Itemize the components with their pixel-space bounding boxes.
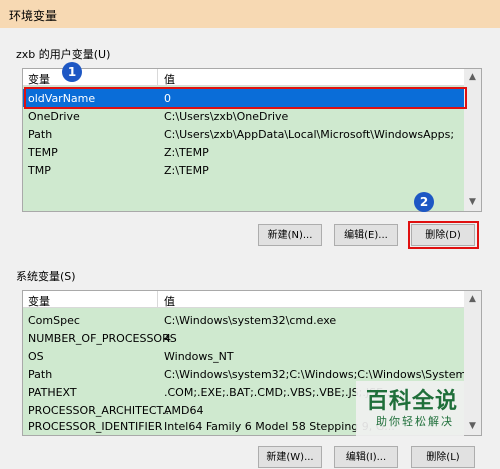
var-value: C:\Windows\system32\cmd.exe xyxy=(164,314,337,327)
table-row[interactable]: TEMP Z:\TEMP xyxy=(23,143,481,161)
scroll-up-icon[interactable]: ▲ xyxy=(464,69,481,86)
user-vars-col-value[interactable]: 值 xyxy=(164,71,175,87)
var-name: NUMBER_OF_PROCESSORS xyxy=(28,332,177,345)
step-badge-1: 1 xyxy=(62,62,82,82)
system-vars-vertical-scrollbar[interactable]: ▲ ▼ xyxy=(464,291,481,435)
table-row[interactable]: NUMBER_OF_PROCESSORS 4 xyxy=(23,329,481,347)
scroll-down-icon[interactable]: ▼ xyxy=(464,418,481,435)
column-separator[interactable] xyxy=(157,69,158,85)
var-name: PROCESSOR_ARCHITECT... xyxy=(28,404,173,417)
scroll-down-icon[interactable]: ▼ xyxy=(464,194,481,211)
watermark-logo: 百科全说 助你轻松解决 xyxy=(356,381,464,436)
table-row[interactable]: TMP Z:\TEMP xyxy=(23,161,481,179)
var-value: AMD64 xyxy=(164,404,204,417)
scroll-up-icon[interactable]: ▲ xyxy=(464,291,481,308)
var-value: 4 xyxy=(164,332,171,345)
table-row[interactable]: ComSpec C:\Windows\system32\cmd.exe xyxy=(23,311,481,329)
window-title: 环境变量 xyxy=(9,9,58,23)
step-badge-2: 2 xyxy=(414,192,434,212)
var-value: C:\Users\zxb\OneDrive xyxy=(164,110,289,123)
system-vars-group-label: 系统变量(S) xyxy=(16,270,76,283)
user-vars-list-header: 变量 值 xyxy=(23,69,464,86)
column-separator[interactable] xyxy=(157,291,158,307)
user-vars-col-name[interactable]: 变量 xyxy=(28,71,50,87)
system-vars-col-name[interactable]: 变量 xyxy=(28,293,50,309)
system-vars-list-header: 变量 值 xyxy=(23,291,464,308)
var-name: OneDrive xyxy=(28,110,80,123)
system-vars-col-value[interactable]: 值 xyxy=(164,293,175,309)
highlight-box-selected-row xyxy=(24,87,467,109)
table-row[interactable]: OS Windows_NT xyxy=(23,347,481,365)
var-name: Path xyxy=(28,128,53,141)
user-vars-group-label: zxb 的用户变量(U) xyxy=(16,48,111,61)
var-value: Z:\TEMP xyxy=(164,164,209,177)
table-row[interactable]: Path C:\Users\zxb\AppData\Local\Microsof… xyxy=(23,125,481,143)
user-new-button[interactable]: 新建(N)... xyxy=(258,224,322,246)
system-delete-button[interactable]: 删除(L) xyxy=(411,446,475,468)
var-value: C:\Users\zxb\AppData\Local\Microsoft\Win… xyxy=(164,128,455,141)
var-value: Windows_NT xyxy=(164,350,234,363)
system-new-button[interactable]: 新建(W)... xyxy=(258,446,322,468)
watermark-subtitle: 助你轻松解决 xyxy=(376,415,454,428)
table-row[interactable]: OneDrive C:\Users\zxb\OneDrive xyxy=(23,107,481,125)
var-name: OS xyxy=(28,350,44,363)
system-edit-button[interactable]: 编辑(I)... xyxy=(334,446,398,468)
var-name: PROCESSOR_IDENTIFIER xyxy=(28,420,163,433)
var-name: TEMP xyxy=(28,146,58,159)
user-edit-button[interactable]: 编辑(E)... xyxy=(334,224,398,246)
var-name: TMP xyxy=(28,164,51,177)
highlight-box-delete-button xyxy=(408,221,479,249)
var-name: ComSpec xyxy=(28,314,80,327)
var-name: Path xyxy=(28,368,53,381)
var-name: PATHEXT xyxy=(28,386,77,399)
title-bar: 环境变量 xyxy=(0,0,500,28)
watermark-title: 百科全说 xyxy=(366,389,459,414)
var-value: C:\Windows\system32;C:\Windows;C:\Window… xyxy=(164,368,482,381)
var-value: Z:\TEMP xyxy=(164,146,209,159)
